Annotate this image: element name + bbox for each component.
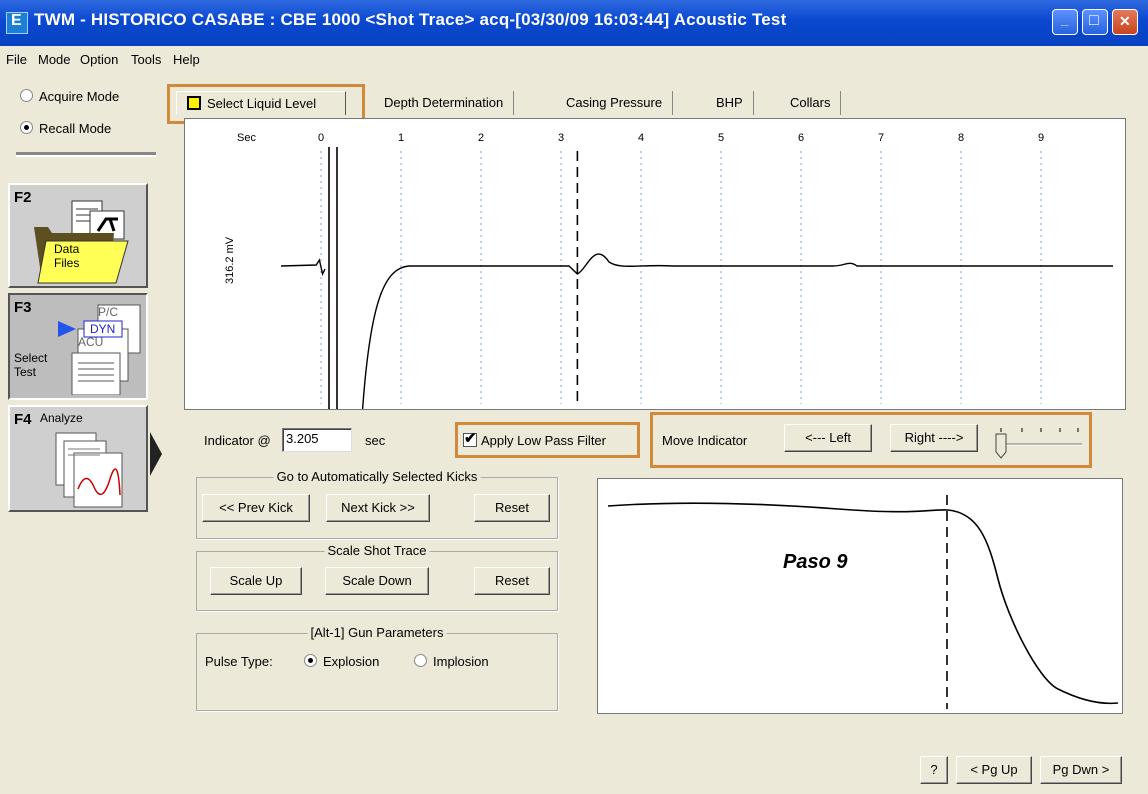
minimize-button[interactable]: _ xyxy=(1052,9,1078,35)
x-tick-label: 0 xyxy=(318,132,324,144)
shot-trace-plot[interactable]: Sec 0 1 2 3 4 5 6 7 8 9 316.2 mV xyxy=(184,118,1126,410)
pulse-type-label: Pulse Type: xyxy=(205,654,273,669)
x-tick-label: 4 xyxy=(638,132,644,144)
radio-selected-icon xyxy=(20,121,33,134)
window-title: TWM - HISTORICO CASABE : CBE 1000 <Shot … xyxy=(34,10,787,29)
x-tick-label: 2 xyxy=(478,132,484,144)
tab-casing-pressure[interactable]: Casing Pressure xyxy=(556,91,674,115)
menu-help[interactable]: Help xyxy=(173,52,200,67)
page-up-button[interactable]: < Pg Up xyxy=(956,756,1032,784)
scale-reset-button[interactable]: Reset xyxy=(474,567,550,595)
radio-icon xyxy=(414,654,427,667)
scale-up-button[interactable]: Scale Up xyxy=(210,567,302,595)
x-tick-label: 8 xyxy=(958,132,964,144)
explosion-radio[interactable]: Explosion xyxy=(304,654,379,669)
highlight-filter xyxy=(455,422,640,458)
zoom-trace-plot[interactable] xyxy=(597,478,1123,714)
zoom-trace-svg xyxy=(607,495,1119,709)
analyze-chart-icon xyxy=(55,432,123,508)
x-tick-label: 5 xyxy=(718,132,724,144)
x-tick-label: 6 xyxy=(798,132,804,144)
page-down-button[interactable]: Pg Dwn > xyxy=(1040,756,1122,784)
next-kick-button[interactable]: Next Kick >> xyxy=(326,494,430,522)
radio-selected-icon xyxy=(304,654,317,667)
tab-collars[interactable]: Collars xyxy=(780,91,842,115)
tab-depth-determination[interactable]: Depth Determination xyxy=(374,91,515,115)
indicator-unit: sec xyxy=(365,433,386,448)
menu-bar: File Mode Option Tools Help xyxy=(0,48,1148,72)
help-button[interactable]: ? xyxy=(920,756,948,784)
indicator-label: Indicator @ xyxy=(204,433,271,448)
menu-tools[interactable]: Tools xyxy=(131,52,161,67)
menu-file[interactable]: File xyxy=(6,52,27,67)
x-tick-label: 1 xyxy=(398,132,404,144)
maximize-button[interactable]: □ xyxy=(1082,9,1108,35)
prev-kick-button[interactable]: << Prev Kick xyxy=(202,494,310,522)
f4-analyze-button[interactable]: F4 Analyze xyxy=(8,405,148,512)
x-axis-label: Sec xyxy=(237,132,256,144)
x-tick-label: 7 xyxy=(878,132,884,144)
x-tick-label: 9 xyxy=(1038,132,1044,144)
menu-mode[interactable]: Mode xyxy=(38,52,71,67)
divider xyxy=(16,152,156,157)
annotation-text: Paso 9 xyxy=(783,551,848,573)
scale-down-button[interactable]: Scale Down xyxy=(325,567,429,595)
shot-trace-svg: Sec 0 1 2 3 4 5 6 7 8 9 316.2 mV xyxy=(224,132,1113,410)
tab-bhp[interactable]: BHP xyxy=(706,91,754,115)
f2-data-files-button[interactable]: F2 Data Files xyxy=(8,183,148,288)
recall-mode-radio[interactable]: Recall Mode xyxy=(20,121,111,136)
expand-arrow-icon[interactable] xyxy=(150,432,162,476)
kicks-reset-button[interactable]: Reset xyxy=(474,494,550,522)
gun-parameters-group: [Alt-1] Gun Parameters xyxy=(196,625,558,711)
radio-icon xyxy=(20,89,33,102)
x-tick-label: 3 xyxy=(558,132,564,144)
trace-pre-shot xyxy=(280,258,326,277)
menu-option[interactable]: Option xyxy=(80,52,118,67)
zoom-trace-line xyxy=(607,502,1119,705)
title-bar: TWM - HISTORICO CASABE : CBE 1000 <Shot … xyxy=(0,0,1148,46)
implosion-radio[interactable]: Implosion xyxy=(414,654,489,669)
f3-select-test-button[interactable]: F3 P/C DYN ACU Select Test xyxy=(8,293,148,400)
highlight-move-indicator xyxy=(650,412,1092,468)
trace-line xyxy=(361,253,1113,410)
y-axis-label: 316.2 mV xyxy=(224,236,236,284)
close-button[interactable]: ✕ xyxy=(1112,9,1138,35)
acquire-mode-radio[interactable]: Acquire Mode xyxy=(20,89,119,104)
indicator-input[interactable]: 3.205 xyxy=(282,428,352,452)
app-icon xyxy=(6,12,28,34)
folder-icon xyxy=(34,200,129,284)
